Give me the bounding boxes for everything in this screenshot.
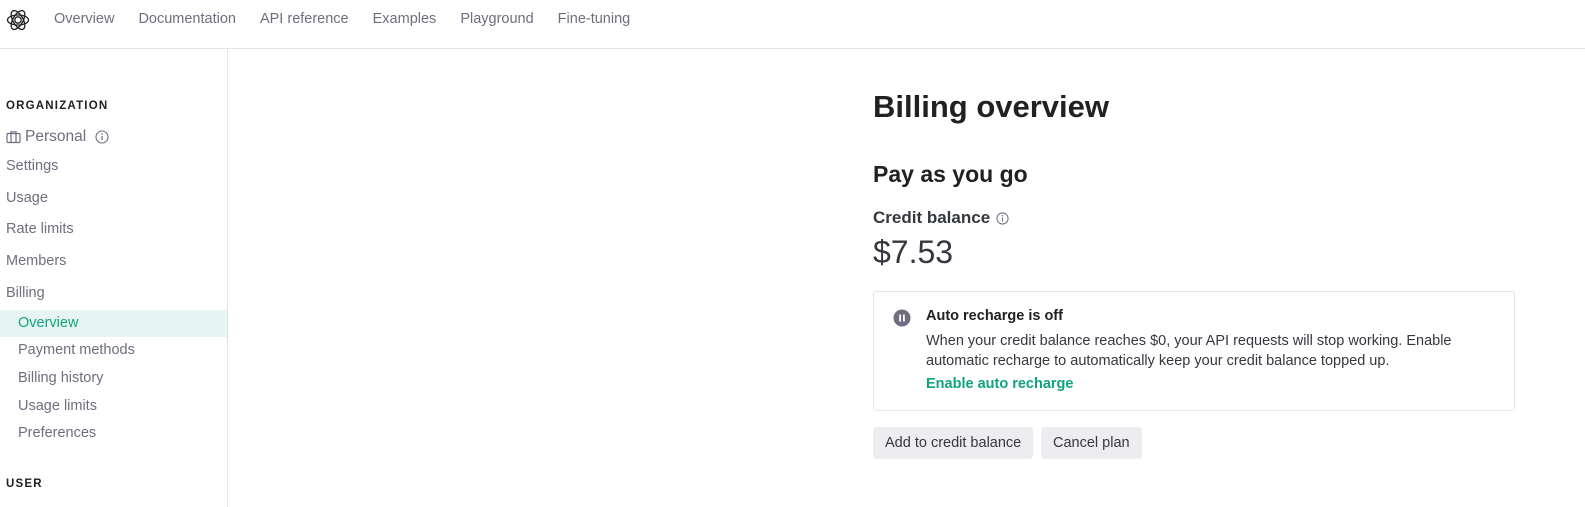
sidebar-subitem-overview[interactable]: Overview — [0, 310, 227, 337]
sidebar-item-rate-limits[interactable]: Rate limits — [6, 221, 74, 237]
nav-documentation[interactable]: Documentation — [138, 11, 236, 27]
nav-playground[interactable]: Playground — [460, 11, 533, 27]
org-selector[interactable]: Personal — [6, 128, 109, 146]
top-navigation: Overview Documentation API reference Exa… — [0, 0, 1585, 49]
sidebar: ORGANIZATION Personal Settings Usage Rat… — [0, 49, 228, 507]
sidebar-subitem-preferences[interactable]: Preferences — [0, 420, 227, 447]
info-icon[interactable] — [95, 130, 109, 144]
sidebar-subitem-usage-limits[interactable]: Usage limits — [0, 393, 227, 420]
pause-icon — [893, 309, 911, 327]
nav-api-reference[interactable]: API reference — [260, 11, 349, 27]
page-title: Billing overview — [873, 89, 1110, 124]
notice-body: When your credit balance reaches $0, you… — [926, 333, 1452, 369]
plan-title: Pay as you go — [873, 161, 1028, 187]
credit-balance-label: Credit balance — [873, 208, 991, 227]
sidebar-item-settings[interactable]: Settings — [6, 158, 58, 174]
organization-heading: ORGANIZATION — [6, 100, 109, 112]
cancel-plan-button[interactable]: Cancel plan — [1041, 427, 1142, 459]
add-to-credit-balance-button[interactable]: Add to credit balance — [873, 427, 1034, 459]
top-nav-links: Overview Documentation API reference Exa… — [54, 0, 654, 38]
briefcase-icon — [6, 131, 21, 144]
openai-logo-icon[interactable] — [5, 7, 31, 33]
info-icon[interactable] — [996, 211, 1009, 225]
sidebar-item-usage[interactable]: Usage — [6, 190, 48, 206]
user-heading: USER — [6, 478, 43, 490]
enable-auto-recharge-link[interactable]: Enable auto recharge — [926, 376, 1073, 392]
sidebar-item-billing[interactable]: Billing — [6, 285, 45, 301]
notice-title: Auto recharge is off — [926, 308, 1063, 324]
credit-balance-value: $7.53 — [873, 234, 954, 270]
nav-fine-tuning[interactable]: Fine-tuning — [558, 11, 631, 27]
sidebar-subitem-billing-history[interactable]: Billing history — [0, 365, 227, 392]
org-name: Personal — [25, 128, 87, 145]
nav-overview[interactable]: Overview — [54, 11, 114, 27]
nav-examples[interactable]: Examples — [373, 11, 437, 27]
auto-recharge-notice: Auto recharge is off When your credit ba… — [873, 291, 1515, 411]
sidebar-item-members[interactable]: Members — [6, 253, 66, 269]
credit-balance-label-row: Credit balance — [873, 208, 1009, 228]
sidebar-subitem-payment-methods[interactable]: Payment methods — [0, 337, 227, 364]
